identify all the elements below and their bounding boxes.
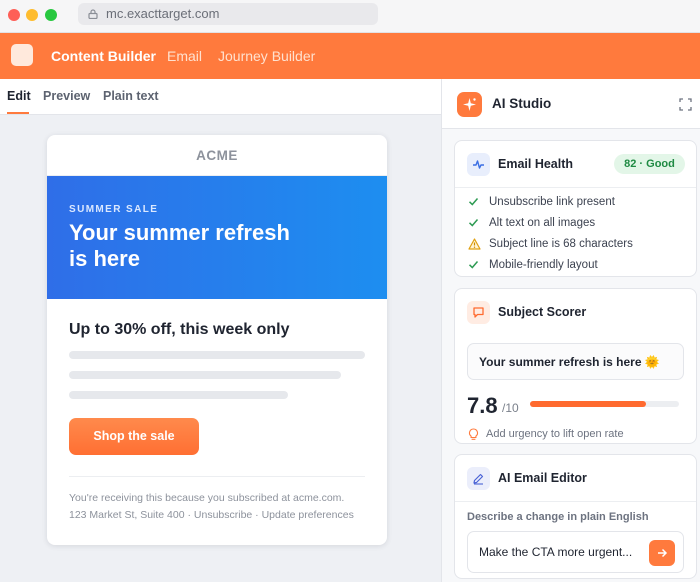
health-score-badge: 82 · Good (614, 154, 685, 174)
browser-chrome: mc.exacttarget.com (0, 0, 700, 33)
subject-score-value: 7.8 (467, 393, 498, 418)
warning-icon (468, 238, 484, 253)
editor-tabs: Edit Preview Plain text (0, 79, 441, 115)
subject-tip: Add urgency to lift open rate (486, 428, 624, 440)
app-header: Content Builder Email Journey Builder (0, 33, 700, 79)
health-check-item: Subject line is 68 characters (468, 238, 633, 253)
pulse-icon (467, 153, 490, 176)
offer-heading[interactable]: Up to 30% off, this week only (69, 321, 289, 339)
arrow-right-icon (658, 548, 668, 558)
minimize-window-button[interactable] (26, 9, 38, 21)
check-icon (468, 196, 484, 210)
subject-line-field[interactable]: Your summer refresh is here 🌞 (467, 343, 684, 380)
chat-icon (467, 301, 490, 324)
placeholder-text-line (69, 391, 288, 399)
hero-headline: Your summer refresh is here (69, 220, 290, 271)
expand-icon[interactable] (679, 98, 692, 111)
email-health-card: Email Health 82 · Good Unsubscribe link … (454, 140, 697, 277)
nav-content-builder[interactable]: Content Builder (51, 48, 156, 64)
email-brand: ACME (47, 135, 387, 176)
footer-divider (69, 476, 365, 477)
panel-header: AI Studio (442, 79, 700, 129)
nav-email[interactable]: Email (167, 48, 202, 64)
footer-address: 123 Market St, Suite 400 · Unsubscribe ·… (69, 509, 354, 521)
email-preview: ACME SUMMER SALE Your summer refresh is … (47, 135, 387, 545)
url-text: mc.exacttarget.com (106, 6, 220, 21)
subject-scorer-card: Subject Scorer Your summer refresh is he… (454, 288, 697, 444)
nav-journey-builder[interactable]: Journey Builder (218, 48, 315, 64)
placeholder-text-line (69, 371, 341, 379)
tab-plain-text[interactable]: Plain text (103, 89, 159, 103)
shop-sale-button[interactable]: Shop the sale (69, 418, 199, 455)
lock-icon (88, 9, 98, 19)
check-icon (468, 259, 484, 273)
placeholder-text-line (69, 351, 365, 359)
close-window-button[interactable] (8, 9, 20, 21)
subject-scorer-title: Subject Scorer (498, 305, 587, 319)
app-logo[interactable] (11, 44, 33, 66)
sparkle-icon (457, 92, 482, 117)
ai-email-editor-card: AI Email Editor Describe a change in pla… (454, 454, 697, 579)
score-progress-bar (530, 401, 679, 407)
prompt-text: Make the CTA more urgent... (479, 545, 633, 559)
card-divider (455, 187, 696, 188)
card-divider (455, 501, 696, 502)
health-check-item: Mobile-friendly layout (468, 259, 598, 273)
email-health-title: Email Health (498, 157, 574, 171)
health-check-item: Unsubscribe link present (468, 196, 615, 210)
check-icon (468, 217, 484, 231)
tab-edit[interactable]: Edit (7, 89, 31, 103)
footer-notice: You're receiving this because you subscr… (69, 492, 345, 504)
health-check-item: Alt text on all images (468, 217, 595, 231)
ai-email-editor-title: AI Email Editor (498, 471, 587, 485)
address-bar[interactable]: mc.exacttarget.com (78, 3, 378, 25)
zoom-window-button[interactable] (45, 9, 57, 21)
describe-change-label: Describe a change in plain English (467, 511, 649, 523)
email-hero[interactable]: SUMMER SALE Your summer refresh is here (47, 176, 387, 299)
active-tab-indicator (7, 112, 29, 114)
email-footer: You're receiving this because you subscr… (69, 490, 369, 524)
score-progress-fill (530, 401, 647, 407)
lightbulb-icon (468, 428, 479, 440)
send-button[interactable] (649, 540, 675, 566)
hero-kicker: SUMMER SALE (69, 204, 159, 215)
tab-preview[interactable]: Preview (43, 89, 90, 103)
change-prompt-input[interactable]: Make the CTA more urgent... (467, 531, 684, 573)
panel-title: AI Studio (492, 96, 552, 111)
pencil-icon (467, 467, 490, 490)
ai-studio-panel: AI Studio Email Health 82 · Good Unsubsc… (441, 79, 700, 582)
subject-score-scale: /10 (502, 401, 519, 415)
